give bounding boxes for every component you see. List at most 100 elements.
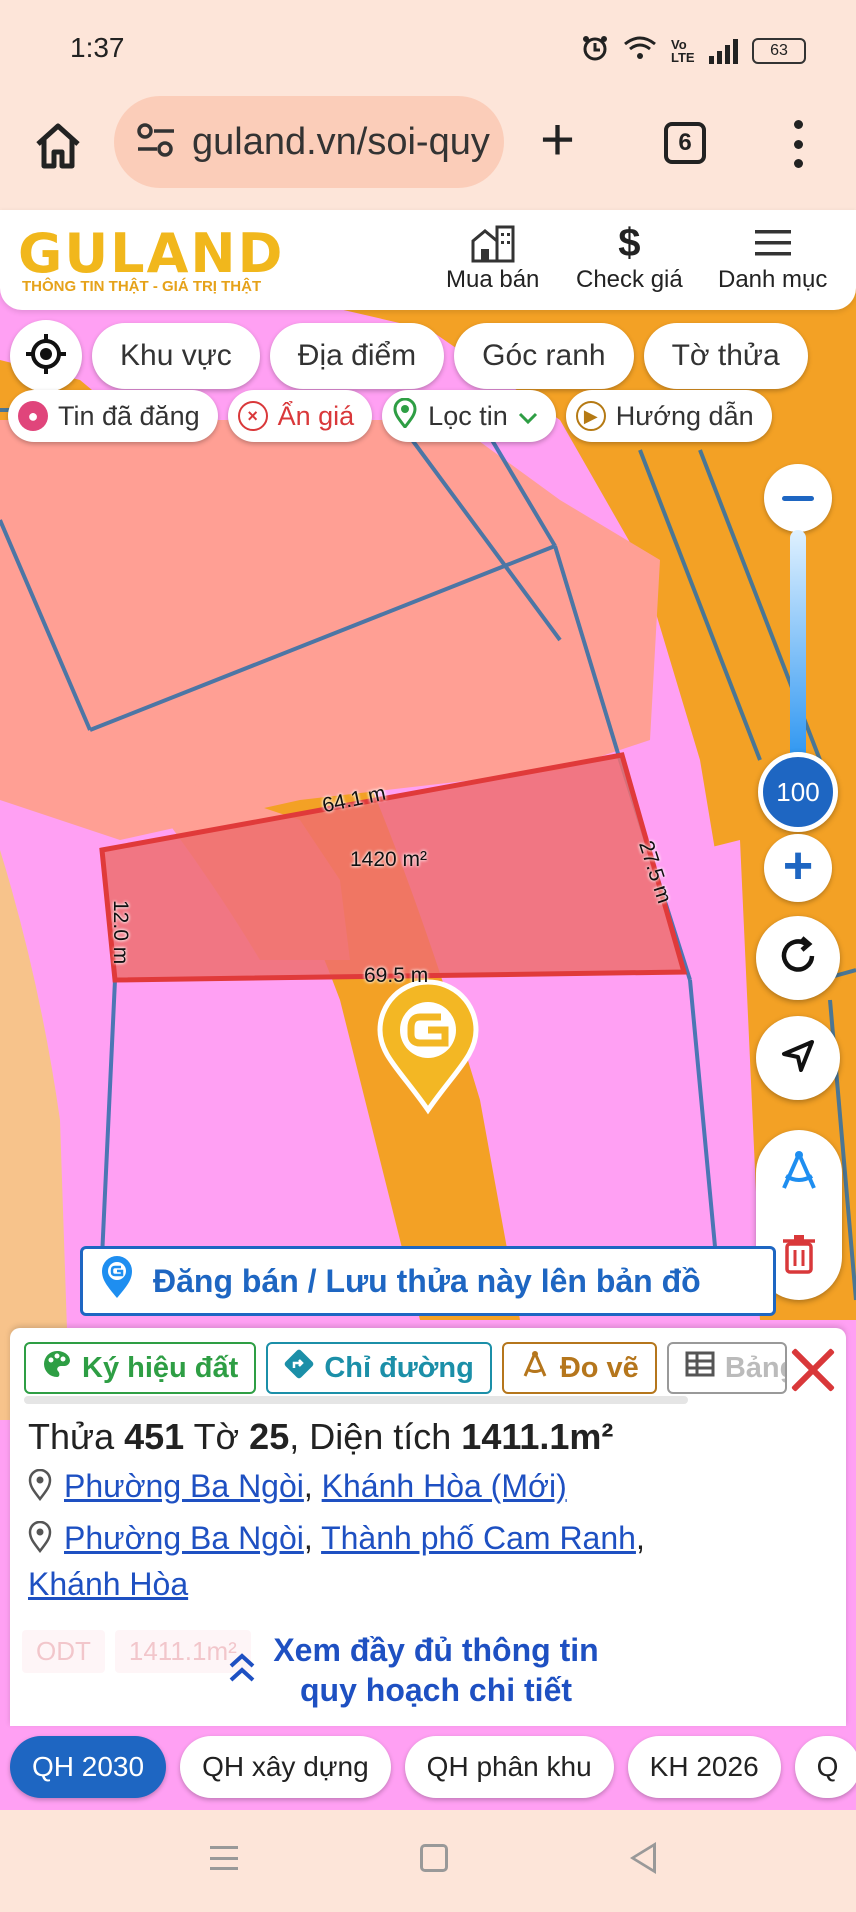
tab-qh-2030[interactable]: QH 2030 — [10, 1736, 167, 1798]
delete-icon[interactable] — [782, 1234, 816, 1279]
an-gia-label: Ẩn giá — [277, 400, 355, 431]
sheet-number: 25 — [249, 1416, 290, 1457]
tabs-scrollbar[interactable] — [24, 1396, 688, 1404]
recent-apps-icon[interactable] — [210, 1846, 238, 1870]
browser-menu-icon[interactable] — [790, 120, 806, 168]
tab-kh-2026[interactable]: KH 2026 — [627, 1736, 781, 1798]
address-old: Phường Ba Ngòi, Thành phố Cam Ranh, — [28, 1520, 645, 1557]
tab-qh-xay-dung[interactable]: QH xây dựng — [180, 1736, 391, 1798]
logo-tagline: THÔNG TIN THẬT - GIÁ TRỊ THẬT — [22, 278, 262, 295]
tab-qh-phan-khu[interactable]: QH phân khu — [404, 1736, 614, 1798]
dang-ban-label: Đăng bán / Lưu thửa này lên bản đồ — [153, 1262, 701, 1299]
edge-label-bottom: 69.5 m — [364, 964, 429, 987]
status-bar: 1:37 Vo LTE 63 — [0, 0, 856, 96]
guland-pin-icon — [99, 1254, 135, 1308]
home-square-icon[interactable] — [420, 1844, 448, 1872]
address-new: Phường Ba Ngòi, Khánh Hòa (Mới) — [28, 1468, 567, 1505]
tab-more[interactable]: Q — [794, 1736, 856, 1798]
tab-ky-hieu-dat[interactable]: Ký hiệu đất — [24, 1342, 257, 1394]
clock: 1:37 — [70, 32, 125, 63]
parcel-number: 451 — [124, 1416, 185, 1457]
new-tab-icon[interactable]: + — [540, 110, 575, 170]
hamburger-icon — [718, 220, 827, 266]
link-cam-ranh[interactable]: Thành phố Cam Ranh — [321, 1520, 636, 1556]
site-header: GULAND THÔNG TIN THẬT - GIÁ TRỊ THẬT Mua… — [0, 210, 856, 310]
guland-logo[interactable]: GULAND — [18, 222, 284, 285]
volte-icon: Vo LTE — [671, 37, 695, 65]
zoom-level-knob[interactable]: 100 — [758, 752, 838, 832]
tin-da-dang-button[interactable]: ● Tin đã đăng — [8, 390, 218, 442]
edge-label-left: 12.0 m — [109, 900, 132, 965]
panel-tabs: Ký hiệu đất Chỉ đường Đo vẽ Bảng — [24, 1342, 787, 1394]
tin-da-dang-label: Tin đã đăng — [58, 400, 200, 431]
parcel-info-panel: Ký hiệu đất Chỉ đường Đo vẽ Bảng Thửa 45… — [10, 1328, 846, 1726]
nav-mua-ban-label: Mua bán — [446, 266, 540, 293]
wifi-icon — [623, 35, 657, 67]
link-khanh-hoa-moi[interactable]: Khánh Hòa (Mới) — [322, 1468, 567, 1504]
map-pin-icon — [392, 397, 418, 435]
crosshair-icon — [24, 332, 68, 381]
link-phuong-ba-ngoi[interactable]: Phường Ba Ngòi — [64, 1468, 304, 1504]
land-use-summary: ODT 1411.1m² — [22, 1630, 251, 1673]
refresh-button[interactable] — [756, 916, 840, 1000]
link-khanh-hoa[interactable]: Khánh Hòa — [28, 1566, 188, 1602]
system-nav-bar — [0, 1810, 856, 1912]
tab-ky-hieu-dat-label: Ký hiệu đất — [82, 1351, 239, 1384]
compass-draw-icon[interactable] — [776, 1148, 822, 1199]
an-gia-button[interactable]: × Ẩn giá — [227, 390, 373, 442]
filter-goc-ranh[interactable]: Góc ranh — [454, 323, 634, 389]
tab-switcher-button[interactable]: 6 — [664, 122, 706, 164]
directions-icon — [284, 1349, 314, 1387]
alarm-icon — [581, 34, 609, 68]
zoom-in-button[interactable]: + — [764, 834, 832, 902]
filter-row-primary: Khu vực Địa điểm Góc ranh Tờ thửa — [10, 320, 808, 392]
nav-danh-muc[interactable]: Danh mục — [718, 220, 827, 294]
location-pin-icon — [28, 1469, 52, 1501]
huong-dan-button[interactable]: ▶ Hướng dẫn — [565, 390, 772, 442]
tab-do-ve[interactable]: Đo vẽ — [501, 1342, 657, 1394]
huong-dan-label: Hướng dẫn — [615, 400, 754, 431]
locate-me-button[interactable] — [10, 320, 82, 392]
tab-do-ve-label: Đo vẽ — [559, 1351, 639, 1384]
view-full-info-line2: quy hoạch chi tiết — [299, 1672, 573, 1708]
tab-bang[interactable]: Bảng — [666, 1342, 787, 1394]
play-circle-icon: ▶ — [575, 401, 606, 431]
zoom-slider[interactable] — [790, 530, 806, 780]
view-full-info-link[interactable]: Xem đầy đủ thông tin quy hoạch chi tiết — [226, 1630, 646, 1710]
view-full-info-line1: Xem đầy đủ thông tin — [273, 1632, 599, 1668]
chevron-down-icon — [518, 401, 538, 432]
home-icon[interactable] — [30, 118, 86, 174]
parcel-area-label: 1420 m² — [350, 848, 428, 871]
buildings-icon — [446, 220, 539, 266]
loc-tin-dropdown[interactable]: Lọc tin — [382, 390, 556, 442]
compass-icon — [520, 1349, 550, 1387]
filter-row-secondary: ● Tin đã đăng × Ẩn giá Lọc tin ▶ Hướng d… — [8, 390, 772, 442]
signal-icon — [709, 38, 738, 64]
palette-icon: ● — [18, 401, 48, 431]
link-phuong-ba-ngoi-old[interactable]: Phường Ba Ngòi — [64, 1520, 304, 1556]
back-triangle-icon[interactable] — [630, 1842, 656, 1874]
navigate-button[interactable] — [756, 1016, 840, 1100]
dang-ban-button[interactable]: Đăng bán / Lưu thửa này lên bản đồ — [80, 1246, 776, 1316]
browser-toolbar: guland.vn/soi-quy + 6 — [0, 96, 856, 210]
nav-check-gia-label: Check giá — [576, 266, 683, 293]
nav-mua-ban[interactable]: Mua bán — [446, 220, 539, 294]
close-panel-icon[interactable] — [788, 1344, 838, 1394]
parcel-title: Thửa 451 Tờ 25, Diện tích 1411.1m² — [28, 1416, 614, 1457]
loc-tin-label: Lọc tin — [428, 400, 508, 431]
nav-check-gia[interactable]: $ Check giá — [576, 220, 683, 294]
filter-khu-vuc[interactable]: Khu vực — [92, 323, 260, 389]
filter-dia-diem[interactable]: Địa điểm — [269, 323, 445, 389]
tab-chi-duong[interactable]: Chỉ đường — [266, 1342, 492, 1394]
nav-danh-muc-label: Danh mục — [718, 266, 828, 293]
x-circle-icon: × — [237, 401, 268, 431]
filter-to-thua[interactable]: Tờ thửa — [643, 323, 808, 389]
url-text: guland.vn/soi-quy — [192, 120, 490, 163]
planning-layer-tabs: QH 2030 QH xây dựng QH phân khu KH 2026 … — [10, 1736, 856, 1798]
address-bar[interactable]: guland.vn/soi-quy — [114, 96, 504, 188]
zoom-out-button[interactable] — [764, 464, 832, 532]
location-pin-icon — [28, 1521, 52, 1553]
site-settings-icon[interactable] — [136, 122, 176, 163]
tab-bang-label: Bảng — [724, 1351, 785, 1384]
navigation-arrow-icon — [778, 1036, 818, 1081]
